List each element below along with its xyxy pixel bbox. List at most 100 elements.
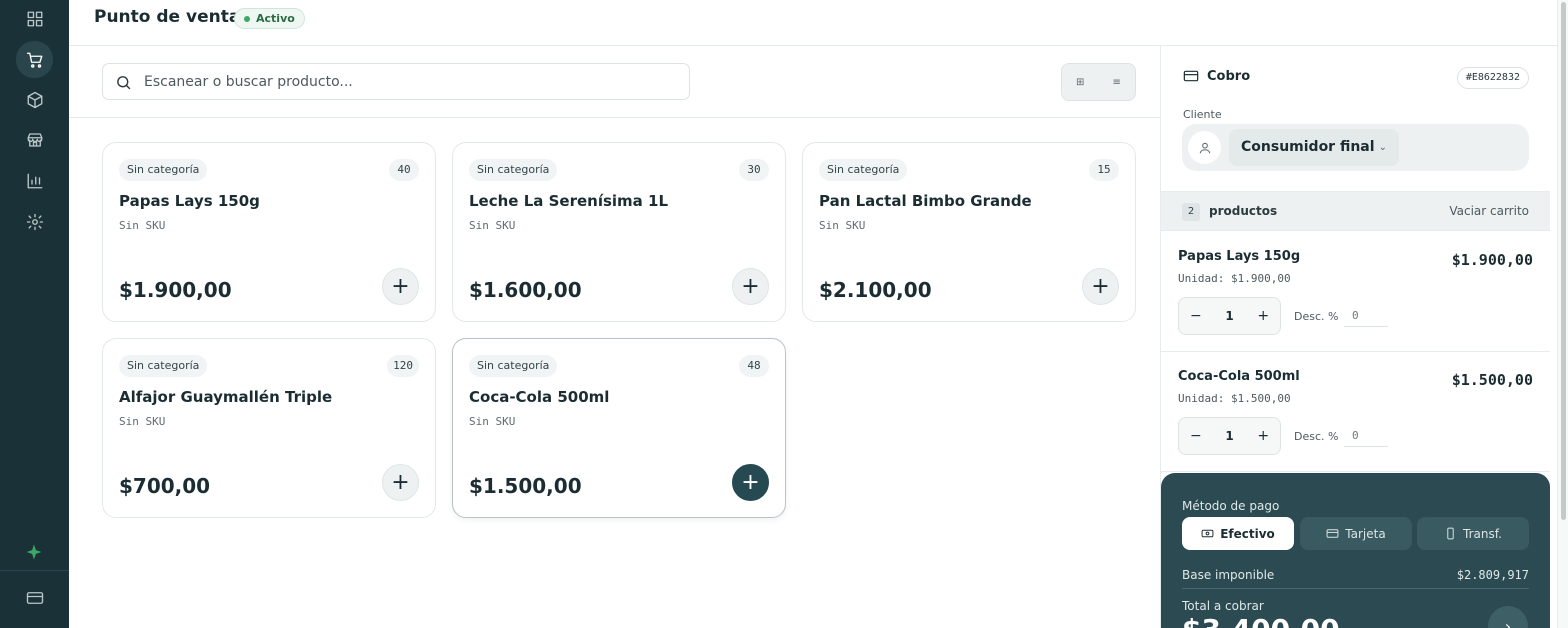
page-title: Punto de venta <box>94 7 241 27</box>
product-price: $1.600,00 <box>469 278 582 302</box>
product-name: Leche La Serenísima 1L <box>469 192 669 210</box>
minus-button[interactable]: − <box>1179 428 1213 444</box>
add-to-cart-button[interactable]: + <box>382 268 419 305</box>
plus-button[interactable]: + <box>1246 308 1280 324</box>
payment-method-label-cash: Efectivo <box>1220 526 1275 541</box>
cart-label: productos <box>1209 204 1278 218</box>
phone-icon <box>1447 527 1454 540</box>
avatar <box>1188 131 1221 164</box>
product-card[interactable]: Sin categoría 120 Alfajor Guaymallén Tri… <box>102 338 436 518</box>
category-chip: Sin categoría <box>469 355 558 377</box>
plus-icon: + <box>1091 273 1110 299</box>
quantity-value: 1 <box>1225 429 1234 443</box>
quantity-stepper: − 1 + <box>1178 417 1281 455</box>
line-name: Coca-Cola 500ml <box>1178 369 1300 384</box>
scrollbar-thumb[interactable] <box>1561 2 1566 520</box>
plus-icon: + <box>391 469 410 495</box>
cart-line: Coca-Cola 500ml Unidad: $1.500,00 $1.500… <box>1161 352 1550 472</box>
clear-cart-button[interactable]: Vaciar carrito <box>1449 204 1529 218</box>
category-chip: Sin categoría <box>469 159 558 181</box>
product-sku: Sin SKU <box>469 415 516 428</box>
product-sku: Sin SKU <box>469 219 516 232</box>
box-icon[interactable] <box>16 81 53 118</box>
category-chip: Sin categoría <box>119 355 208 377</box>
card-icon <box>1183 70 1199 82</box>
search-toolbar: ⊞ ≡ <box>69 46 1160 118</box>
tax-base-label: Base imponible <box>1182 568 1275 582</box>
plus-icon: + <box>741 273 760 299</box>
gear-icon[interactable] <box>16 203 53 240</box>
payment-method-label-card: Tarjeta <box>1345 526 1386 541</box>
product-sku: Sin SKU <box>119 415 166 428</box>
product-sku: Sin SKU <box>819 219 866 232</box>
payment-section: Método de pago Efectivo Tarjeta Transf. … <box>1161 473 1550 628</box>
stock-badge: 120 <box>387 355 419 377</box>
total-value: $3.400,00 <box>1182 613 1340 628</box>
payment-divider <box>1182 588 1529 589</box>
product-name: Alfajor Guaymallén Triple <box>119 388 333 406</box>
cart-icon[interactable] <box>16 41 53 78</box>
line-unit-price: Unidad: $1.900,00 <box>1178 272 1291 285</box>
category-chip: Sin categoría <box>119 159 208 181</box>
sidebar <box>0 0 69 628</box>
cash-icon <box>1201 529 1214 538</box>
chart-icon[interactable] <box>16 162 53 199</box>
sidebar-divider <box>0 570 69 571</box>
scrollbar[interactable] <box>1557 0 1568 628</box>
sparkle-icon[interactable] <box>25 543 43 561</box>
payment-method-label: Método de pago <box>1182 499 1280 513</box>
status-badge: Activo <box>234 8 305 29</box>
card-icon[interactable] <box>16 579 53 616</box>
quantity-value: 1 <box>1225 309 1234 323</box>
grid-view-icon[interactable]: ⊞ <box>1062 64 1099 100</box>
list-view-icon[interactable]: ≡ <box>1099 64 1136 100</box>
product-price: $1.500,00 <box>469 474 582 498</box>
product-card[interactable]: Sin categoría 30 Leche La Serenísima 1L … <box>452 142 786 322</box>
client-value: Consumidor final <box>1241 139 1375 155</box>
order-id-badge: #E8622832 <box>1456 67 1529 89</box>
view-toggle: ⊞ ≡ <box>1061 63 1136 101</box>
add-to-cart-button[interactable]: + <box>382 464 419 501</box>
product-price: $700,00 <box>119 474 211 498</box>
product-name: Papas Lays 150g <box>119 192 260 210</box>
product-price: $2.100,00 <box>819 278 932 302</box>
store-icon[interactable] <box>16 121 53 158</box>
client-label: Cliente <box>1183 108 1222 121</box>
payment-method-transfer[interactable]: Transf. <box>1417 517 1529 550</box>
search-input[interactable] <box>144 64 674 99</box>
charge-button[interactable]: › <box>1488 606 1528 628</box>
client-dropdown[interactable]: Consumidor final ⌄ <box>1229 129 1399 166</box>
product-price: $1.900,00 <box>119 278 232 302</box>
checkout-title: Cobro <box>1183 68 1250 84</box>
tax-base-value: $2.809,917 <box>1456 568 1529 582</box>
dashboard-icon[interactable] <box>16 0 53 37</box>
stock-badge: 15 <box>1089 159 1119 181</box>
discount-input[interactable] <box>1344 425 1388 447</box>
stock-badge: 48 <box>739 355 769 377</box>
add-to-cart-button[interactable]: + <box>732 464 769 501</box>
chevron-right-icon: › <box>1504 616 1512 628</box>
minus-button[interactable]: − <box>1179 308 1213 324</box>
add-to-cart-button[interactable]: + <box>1082 268 1119 305</box>
card-icon <box>1326 529 1339 538</box>
payment-method-card[interactable]: Tarjeta <box>1300 517 1412 550</box>
add-to-cart-button[interactable]: + <box>732 268 769 305</box>
payment-method-label-transfer: Transf. <box>1463 526 1502 541</box>
search-box[interactable] <box>102 63 690 100</box>
stock-badge: 30 <box>739 159 769 181</box>
product-card[interactable]: Sin categoría 15 Pan Lactal Bimbo Grande… <box>802 142 1136 322</box>
plus-button[interactable]: + <box>1246 428 1280 444</box>
page-header: Punto de venta Activo <box>69 0 1557 46</box>
product-card[interactable]: Sin categoría 48 Coca-Cola 500ml Sin SKU… <box>452 338 786 518</box>
product-name: Pan Lactal Bimbo Grande <box>819 192 1032 210</box>
line-total: $1.900,00 <box>1451 251 1533 269</box>
discount-input[interactable] <box>1344 305 1388 327</box>
cart-count-badge: 2 <box>1182 203 1200 221</box>
line-unit-price: Unidad: $1.500,00 <box>1178 392 1291 405</box>
payment-method-cash[interactable]: Efectivo <box>1182 517 1294 550</box>
plus-icon: + <box>391 273 410 299</box>
total-label: Total a cobrar <box>1182 599 1264 613</box>
stock-badge: 40 <box>389 159 419 181</box>
product-card[interactable]: Sin categoría 40 Papas Lays 150g Sin SKU… <box>102 142 436 322</box>
discount-label: Desc. % <box>1294 430 1339 443</box>
